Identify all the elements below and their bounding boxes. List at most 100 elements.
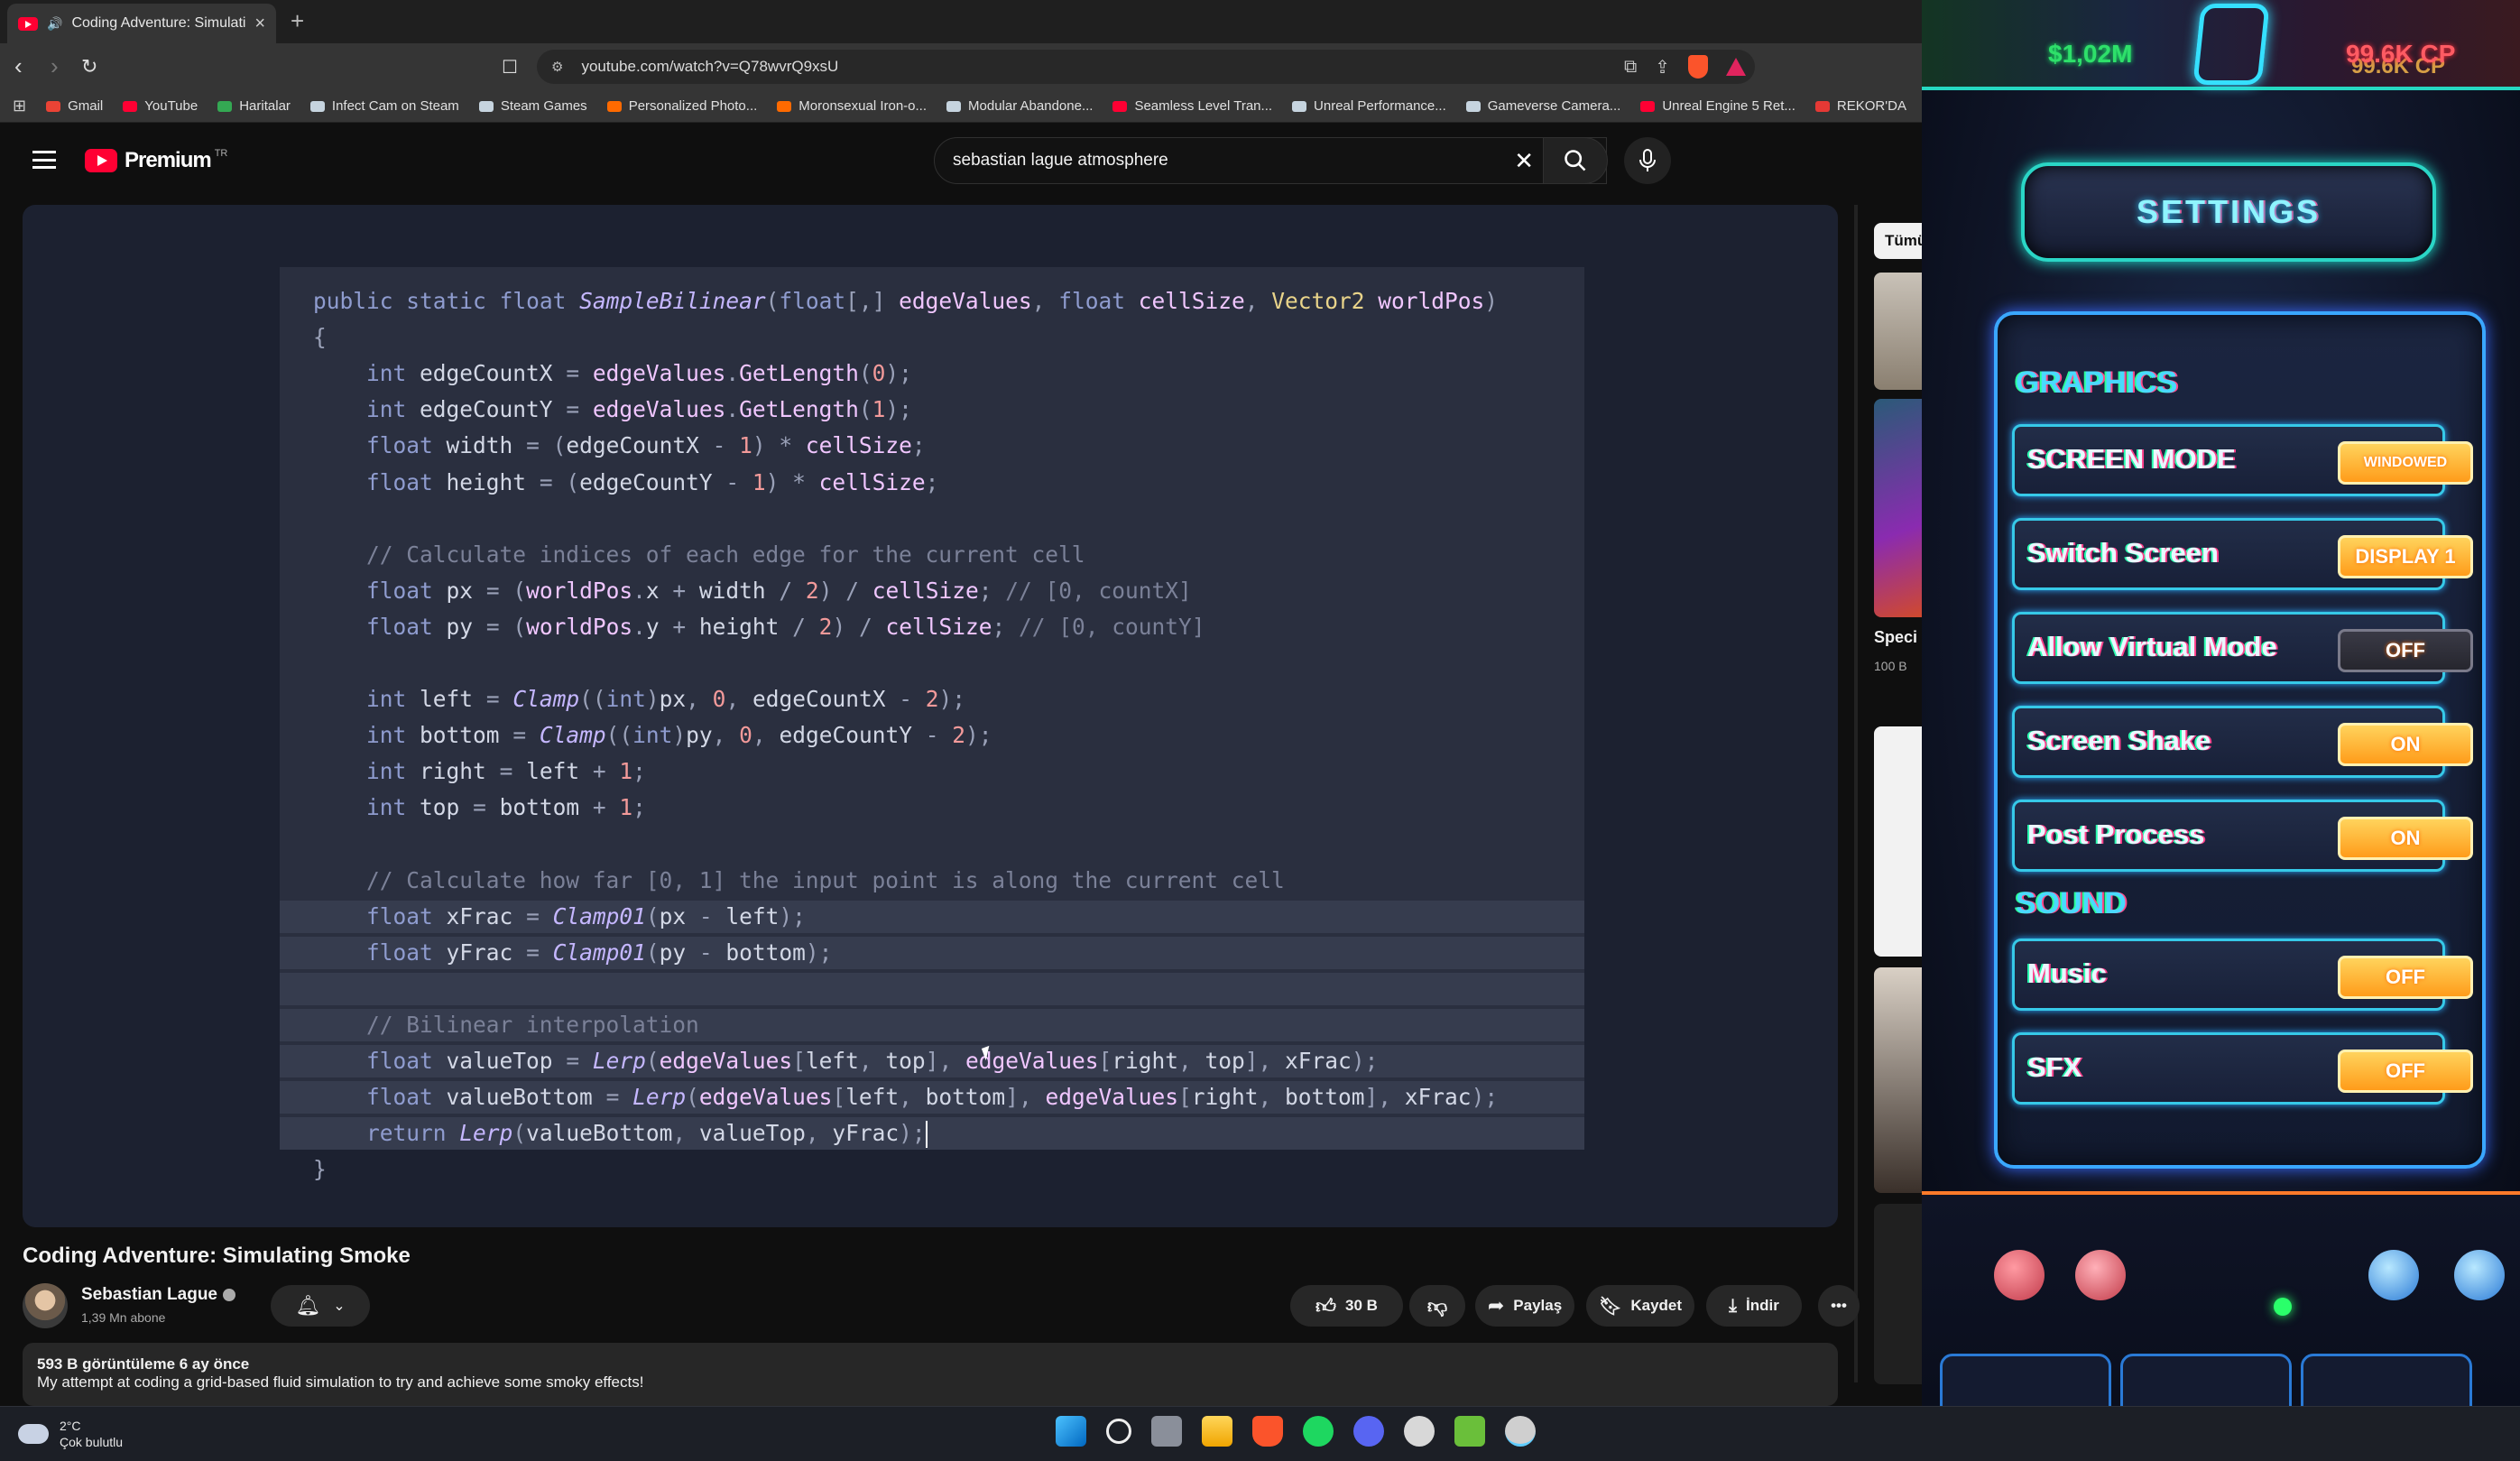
bookmark-item[interactable]: Seamless Level Tran... <box>1112 98 1272 114</box>
code-line: // Calculate indices of each edge for th… <box>366 541 1085 568</box>
recommended-thumbnail[interactable] <box>1874 967 1922 1193</box>
setting-row-music[interactable]: Music OFF <box>2012 939 2473 1011</box>
share-icon[interactable]: ⇪ <box>1655 56 1670 79</box>
thumbs-up-icon: 👍︎ <box>1315 1294 1337 1318</box>
notification-bell-button[interactable]: 🔔︎ ⌄ <box>271 1285 370 1327</box>
bookmark-item[interactable]: YouTube <box>123 98 198 114</box>
search-button[interactable] <box>1543 137 1608 184</box>
link-icon <box>1465 100 1481 112</box>
channel-name[interactable]: Sebastian Lague <box>81 1285 235 1305</box>
description-text: My attempt at coding a grid-based fluid … <box>37 1373 644 1391</box>
forward-icon[interactable]: › <box>51 52 59 80</box>
bookmark-item[interactable]: Modular Abandone... <box>946 98 1093 114</box>
recommended-thumbnail[interactable] <box>1874 273 1922 390</box>
more-icon: ••• <box>1831 1297 1847 1314</box>
steam-icon <box>478 100 494 112</box>
game-app-icon[interactable] <box>1505 1416 1536 1447</box>
video-player[interactable]: public static float SampleBilinear(float… <box>23 205 1838 1227</box>
bookmark-item[interactable]: Steam Games <box>478 98 587 114</box>
bookmark-item[interactable]: Haritalar <box>217 98 291 114</box>
music-toggle[interactable]: OFF <box>2338 956 2473 999</box>
bookmark-item[interactable]: Unreal Engine 5 Ret... <box>1640 98 1795 114</box>
back-icon[interactable]: ‹ <box>14 52 23 80</box>
apps-grid-icon[interactable]: ⊞ <box>13 97 26 116</box>
task-view-icon[interactable] <box>1151 1416 1182 1447</box>
bookmark-page-icon[interactable]: ☐ <box>502 56 518 79</box>
screen-mode-toggle[interactable]: WINDOWED <box>2338 441 2473 485</box>
windows-start-icon[interactable] <box>1056 1416 1086 1447</box>
bookmark-item[interactable]: Gmail <box>46 98 103 114</box>
graphics-section-title: GRAPHICS <box>2016 365 2178 400</box>
recommended-thumbnail[interactable] <box>1874 726 1922 957</box>
new-tab-button[interactable]: + <box>291 7 304 35</box>
more-actions-button[interactable]: ••• <box>1818 1285 1860 1327</box>
bookmark-item[interactable]: REKOR'DA <box>1814 98 1906 114</box>
artstation-icon <box>606 100 622 112</box>
rekor-icon <box>1814 100 1830 112</box>
brave-rewards-icon[interactable] <box>1726 58 1746 76</box>
recommended-thumbnail[interactable] <box>1874 1204 1922 1384</box>
ability-slot[interactable] <box>1940 1354 2111 1406</box>
artstation-icon <box>777 100 792 112</box>
brave-shield-icon[interactable] <box>1688 55 1708 79</box>
recommended-thumbnail[interactable] <box>1874 399 1922 617</box>
tab-close-icon[interactable]: × <box>254 14 265 34</box>
ability-slot[interactable] <box>2301 1354 2472 1406</box>
bookmark-item[interactable]: Personalized Photo... <box>606 98 757 114</box>
search-input[interactable]: sebastian lague atmosphere ✕ <box>934 137 1607 184</box>
like-button[interactable]: 👍︎ 30 B <box>1290 1285 1403 1327</box>
video-title: Coding Adventure: Simulating Smoke <box>23 1244 411 1268</box>
setting-row-screen-mode[interactable]: SCREEN MODE WINDOWED <box>2012 424 2473 496</box>
switch-screen-toggle[interactable]: DISPLAY 1 <box>2338 535 2473 578</box>
file-explorer-icon[interactable] <box>1202 1416 1232 1447</box>
bell-icon: 🔔︎ <box>295 1294 321 1317</box>
address-bar[interactable]: ⚙ youtube.com/watch?v=Q78wvrQ9xsU ⧉ ⇪ <box>537 50 1755 84</box>
speaker-icon[interactable]: 🔊 <box>47 16 62 32</box>
spotify-icon[interactable] <box>1303 1416 1334 1447</box>
orb-icon <box>2454 1250 2505 1300</box>
discord-icon[interactable] <box>1353 1416 1384 1447</box>
channel-avatar[interactable] <box>23 1283 68 1328</box>
screen-shake-toggle[interactable]: ON <box>2338 723 2473 766</box>
allow-virtual-mode-toggle[interactable]: OFF <box>2338 629 2473 672</box>
save-button[interactable]: 🔖︎ Kaydet <box>1586 1285 1694 1327</box>
search-icon[interactable] <box>1106 1419 1131 1444</box>
spreadsheet-icon[interactable] <box>1454 1416 1485 1447</box>
code-line: float xFrac = Clamp01(px - left); <box>280 900 1584 933</box>
bookmark-item[interactable]: Infect Cam on Steam <box>309 98 459 114</box>
clear-search-icon[interactable]: ✕ <box>1514 147 1534 175</box>
chevron-down-icon: ⌄ <box>333 1299 346 1314</box>
bookmark-item[interactable]: Moronsexual Iron-o... <box>777 98 927 114</box>
post-process-toggle[interactable]: ON <box>2338 817 2473 860</box>
download-button[interactable]: ⤓ İndir <box>1706 1285 1802 1327</box>
description-box[interactable]: 593 B görüntüleme 6 ay önce My attempt a… <box>23 1343 1838 1406</box>
browser-window: 🔊 Coding Adventure: Simulating Smoke × +… <box>0 0 1922 1406</box>
menu-icon[interactable] <box>32 151 56 169</box>
ability-slot[interactable] <box>2120 1354 2292 1406</box>
open-external-icon[interactable]: ⧉ <box>1624 57 1637 78</box>
weather-widget[interactable]: 2°C Çok bulutlu <box>13 1417 123 1450</box>
gmail-icon <box>46 100 61 112</box>
unity-hub-icon[interactable] <box>1404 1416 1435 1447</box>
sfx-toggle[interactable]: OFF <box>2338 1050 2473 1093</box>
browser-tab-active[interactable]: 🔊 Coding Adventure: Simulating Smoke × <box>7 4 276 43</box>
bookmark-item[interactable]: Unreal Performance... <box>1292 98 1446 114</box>
site-info-icon[interactable]: ⚙ <box>551 59 563 75</box>
voice-search-button[interactable] <box>1624 137 1671 184</box>
code-line: } <box>313 1156 327 1183</box>
share-button[interactable]: ➦ Paylaş <box>1475 1285 1574 1327</box>
youtube-logo[interactable]: Premium TR <box>85 148 227 173</box>
brave-browser-icon[interactable] <box>1252 1416 1283 1447</box>
recommended-title[interactable]: Speci <box>1874 628 1917 647</box>
rail-separator <box>1854 205 1858 1382</box>
dislike-button[interactable]: 👎︎ <box>1409 1285 1465 1327</box>
orb-icon <box>2368 1250 2419 1300</box>
chip-all[interactable]: Tümü <box>1874 223 1922 259</box>
reload-icon[interactable]: ↻ <box>81 55 97 79</box>
setting-row-screen-shake[interactable]: Screen Shake ON <box>2012 706 2473 778</box>
setting-row-sfx[interactable]: SFX OFF <box>2012 1032 2473 1105</box>
bookmark-item[interactable]: Gameverse Camera... <box>1465 98 1620 114</box>
setting-row-post-process[interactable]: Post Process ON <box>2012 800 2473 872</box>
setting-row-allow-virtual-mode[interactable]: Allow Virtual Mode OFF <box>2012 612 2473 684</box>
setting-row-switch-screen[interactable]: Switch Screen DISPLAY 1 <box>2012 518 2473 590</box>
